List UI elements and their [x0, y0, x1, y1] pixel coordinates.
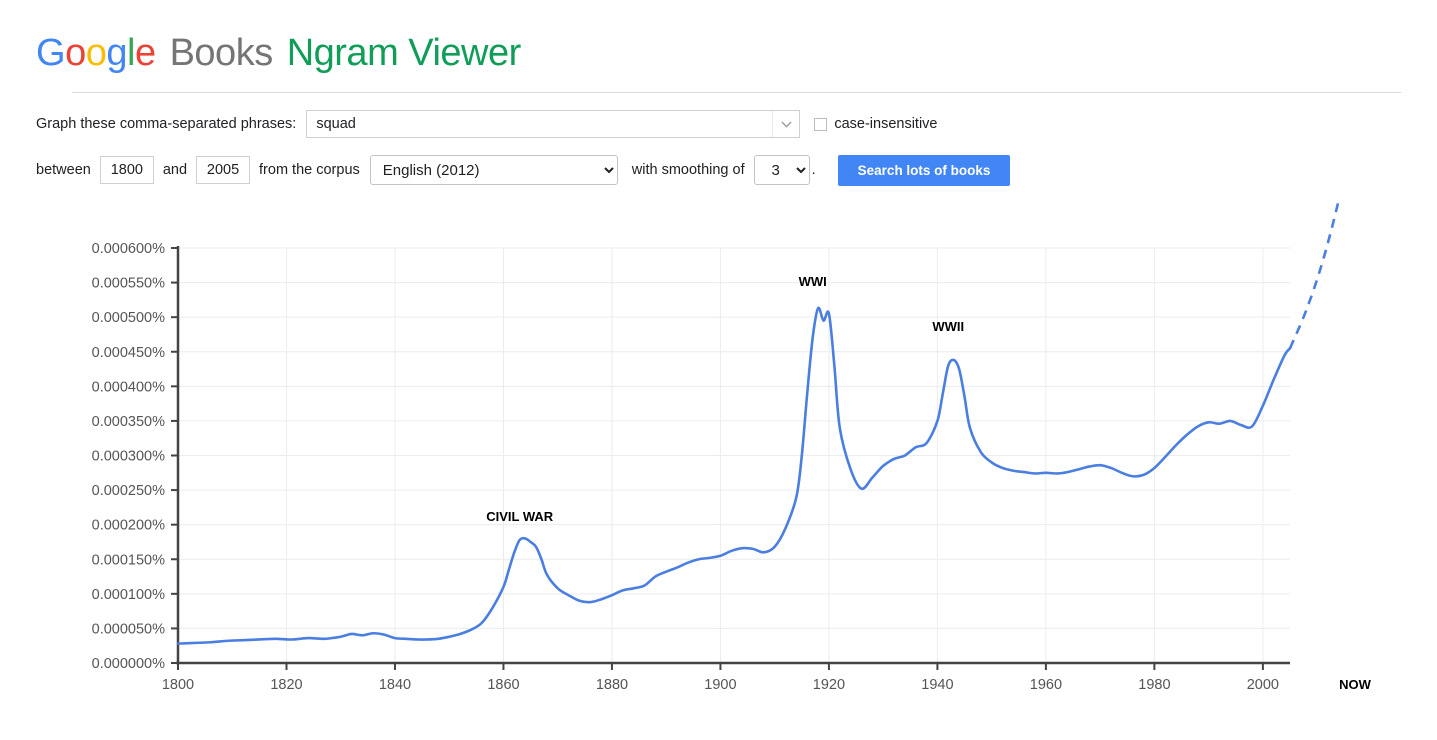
- period-text: .: [811, 162, 816, 178]
- chart-axes: [171, 246, 1290, 670]
- x-tick-label: 1960: [1030, 677, 1062, 693]
- site-logo[interactable]: Google Books Ngram Viewer: [36, 30, 1437, 76]
- google-logo: Google: [36, 32, 156, 74]
- corpus-select[interactable]: English (2012): [369, 155, 618, 185]
- y-axis-tick-labels: 0.000000% 0.000050% 0.000100% 0.000150% 0.00…: [92, 241, 165, 672]
- x-tick-label: 1920: [813, 677, 845, 693]
- x-tick-label: 1800: [162, 677, 194, 693]
- logo-letter-l: l: [126, 32, 135, 74]
- search-input[interactable]: [306, 110, 801, 138]
- x-tick-label: 1860: [487, 677, 519, 693]
- logo-letter-g1: G: [36, 32, 66, 74]
- x-tick-label: 1840: [379, 677, 411, 693]
- now-label: NOW: [1339, 677, 1372, 692]
- options-row: between and from the corpus English (201…: [36, 153, 1437, 187]
- y-tick-label: 0.000450%: [92, 345, 165, 361]
- projection-line: [1288, 200, 1341, 349]
- x-tick-label: 1880: [596, 677, 628, 693]
- and-label: and: [162, 162, 188, 178]
- chart-annotation-label: CIVIL WAR: [486, 509, 554, 524]
- search-button[interactable]: Search lots of books: [837, 154, 1011, 186]
- y-tick-label: 0.000600%: [92, 241, 165, 257]
- y-tick-label: 0.000400%: [92, 379, 165, 395]
- case-insensitive-checkbox[interactable]: [814, 117, 828, 131]
- phrases-row: Graph these comma-separated phrases: cas…: [36, 107, 1437, 141]
- x-tick-label: 1980: [1138, 677, 1170, 693]
- ngram-chart: 0.000000% 0.000050% 0.000100% 0.000150% 0.00…: [0, 200, 1437, 720]
- chart-gridlines: [177, 247, 1290, 664]
- y-tick-label: 0.000550%: [92, 276, 165, 292]
- chart-annotation-label: WWII: [932, 319, 964, 334]
- x-tick-label: 1940: [921, 677, 953, 693]
- query-form: Graph these comma-separated phrases: cas…: [0, 93, 1437, 187]
- year-end-input[interactable]: [196, 156, 251, 184]
- logo-letter-o1: o: [65, 32, 86, 74]
- y-tick-label: 0.000250%: [92, 483, 165, 499]
- case-insensitive-label: case-insensitive: [834, 116, 938, 132]
- y-tick-label: 0.000050%: [92, 621, 165, 637]
- chart-annotations: CIVIL WAR WWI WWII: [486, 274, 964, 524]
- books-label: Books: [169, 32, 274, 74]
- y-tick-label: 0.000100%: [92, 587, 165, 603]
- between-label: between: [36, 162, 91, 178]
- y-tick-label: 0.000350%: [92, 414, 165, 430]
- smoothing-label: with smoothing of: [631, 162, 745, 178]
- y-tick-label: 0.000200%: [92, 518, 165, 534]
- x-tick-label: 2000: [1247, 677, 1279, 693]
- logo-letter-e: e: [134, 32, 156, 74]
- y-tick-label: 0.000150%: [92, 552, 165, 568]
- page-header: Google Books Ngram Viewer: [0, 0, 1437, 93]
- chevron-down-icon[interactable]: [772, 111, 800, 137]
- x-tick-label: 1820: [270, 677, 302, 693]
- data-line-squad[interactable]: [176, 306, 1292, 645]
- x-axis-tick-labels: 1800 1820 1840 1860 1880 1900 1920 1940 1960 1980…: [162, 677, 1279, 693]
- ngram-viewer-title: Ngram Viewer: [286, 32, 522, 74]
- year-start-input[interactable]: [99, 156, 154, 184]
- corpus-label: from the corpus: [259, 162, 360, 178]
- x-tick-label: 1900: [704, 677, 736, 693]
- y-tick-label: 0.000000%: [92, 656, 165, 672]
- y-tick-label: 0.000300%: [92, 449, 165, 465]
- chart-annotation-label: WWI: [799, 274, 827, 289]
- smoothing-select[interactable]: 3: [753, 155, 810, 185]
- logo-letter-o2: o: [85, 32, 107, 74]
- chart-canvas: 0.000000% 0.000050% 0.000100% 0.000150% 0.00…: [92, 200, 1372, 693]
- y-tick-label: 0.000500%: [92, 310, 165, 326]
- phrase-input-wrapper: [306, 110, 801, 138]
- phrases-label: Graph these comma-separated phrases:: [36, 116, 297, 132]
- logo-letter-g2: g: [106, 32, 127, 74]
